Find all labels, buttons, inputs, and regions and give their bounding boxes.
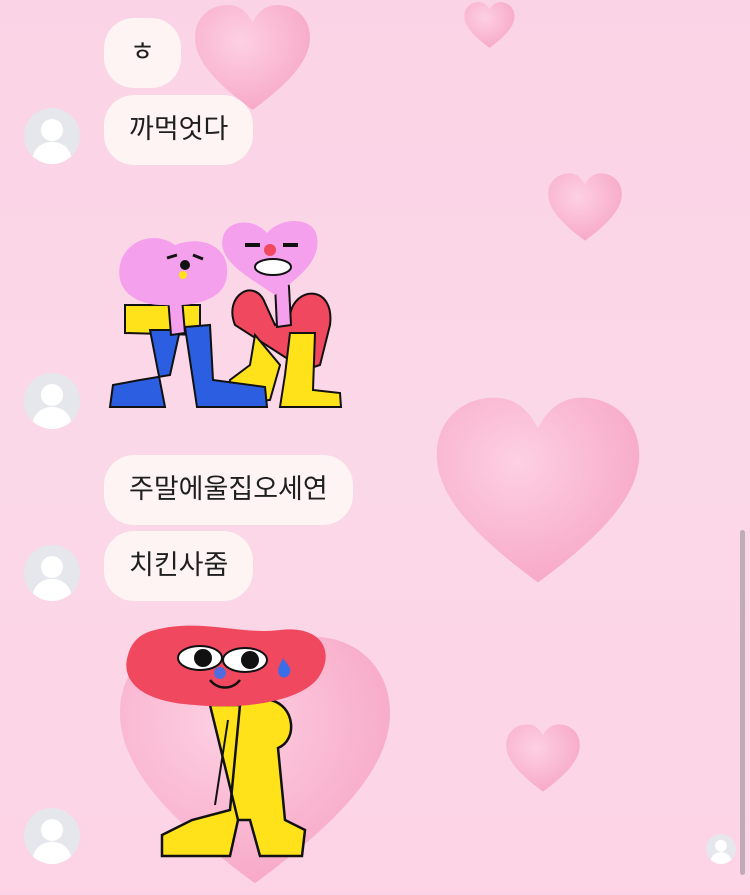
message-bubble[interactable]: 치킨사줌 — [104, 531, 254, 601]
profile-avatar[interactable] — [24, 373, 80, 429]
message-bubble[interactable]: 주말에울집오세연 — [104, 455, 353, 525]
profile-avatar[interactable] — [24, 108, 80, 164]
two-heart-characters-sticker[interactable] — [105, 215, 350, 415]
profile-avatar[interactable] — [24, 808, 80, 864]
default-profile-icon — [32, 119, 72, 164]
background-heart-icon — [436, 397, 640, 583]
default-profile-icon — [32, 819, 72, 864]
background-heart-icon — [506, 724, 580, 792]
default-profile-icon — [32, 384, 72, 429]
my-profile-avatar[interactable] — [706, 834, 736, 864]
message-bubble[interactable]: ㅎ — [104, 18, 181, 88]
default-profile-icon — [710, 839, 732, 864]
default-profile-icon — [32, 556, 72, 601]
background-heart-icon — [548, 173, 622, 241]
background-heart-icon — [464, 2, 515, 48]
red-head-character-sweat-sticker[interactable] — [120, 620, 340, 865]
profile-avatar[interactable] — [24, 545, 80, 601]
chat-scrollbar[interactable] — [740, 530, 745, 875]
message-bubble[interactable]: 까먹엇다 — [104, 95, 254, 165]
